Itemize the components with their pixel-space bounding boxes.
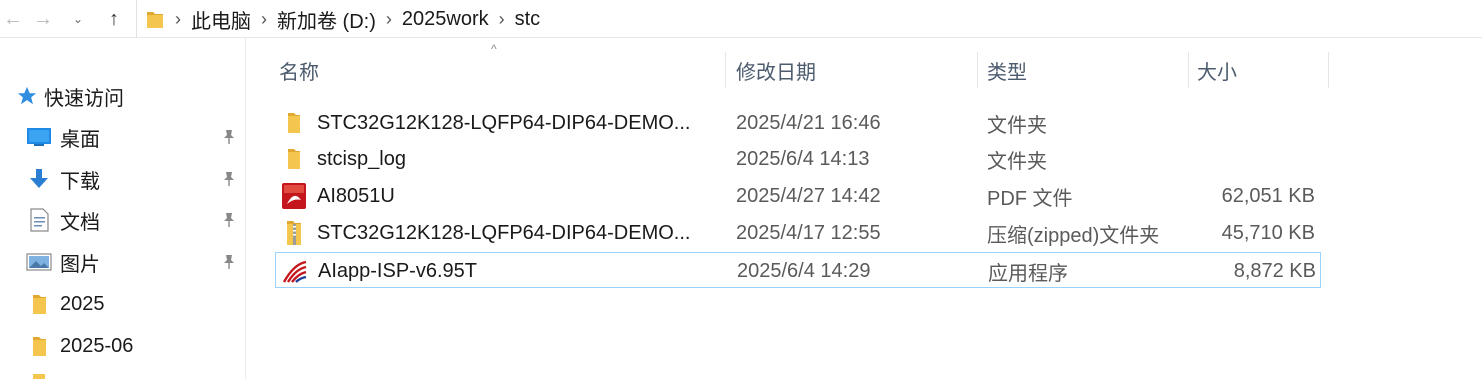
breadcrumb-drive-d[interactable]: 新加卷 (D:) — [277, 5, 376, 34]
column-header-date-modified[interactable]: 修改日期 — [728, 52, 978, 88]
file-row[interactable]: stcisp_log 2025/6/4 14:13 文件夹 — [275, 141, 1321, 177]
folder-icon — [33, 374, 45, 379]
folder-icon — [33, 337, 46, 356]
forward-button[interactable]: → — [30, 6, 56, 32]
pdf-icon — [281, 178, 307, 214]
file-type: 文件夹 — [987, 150, 1047, 173]
download-icon — [30, 169, 48, 188]
zip-folder-icon — [281, 215, 307, 251]
arrow-up-icon: ↑ — [109, 7, 119, 30]
file-type: 文件夹 — [987, 114, 1047, 137]
breadcrumb-separator[interactable]: › — [261, 9, 267, 30]
breadcrumb-this-pc[interactable]: 此电脑 — [191, 5, 251, 34]
sidebar-item-label: 桌面 — [60, 128, 100, 151]
sidebar-item-desktop[interactable]: 桌面 — [26, 122, 246, 152]
app-icon — [282, 253, 308, 289]
file-row[interactable]: AIapp-ISP-v6.95T 2025/6/4 14:29 应用程序 8,8… — [275, 252, 1321, 288]
address-bar[interactable]: › 此电脑 › 新加卷 (D:) › 2025work › stc — [136, 0, 1482, 38]
sidebar-item-label: 2025 — [60, 292, 105, 315]
file-date-modified: 2025/4/27 14:42 — [736, 184, 881, 207]
file-type: 应用程序 — [988, 262, 1068, 285]
file-row[interactable]: STC32G12K128-LQFP64-DIP64-DEMO... 2025/4… — [275, 105, 1321, 141]
sidebar-item-2025[interactable]: 2025 — [26, 289, 246, 319]
file-size: 62,051 KB — [1221, 184, 1315, 207]
pin-icon[interactable] — [220, 170, 238, 188]
pin-icon[interactable] — [220, 253, 238, 271]
breadcrumb-separator[interactable]: › — [386, 9, 392, 30]
folder-icon — [281, 105, 307, 141]
sidebar-item-quick-access[interactable]: 快速访问 — [16, 82, 124, 110]
file-list-view: ^ 名称 修改日期 类型 大小 STC32G12K128-LQFP64-DIP6… — [247, 38, 1482, 379]
chevron-down-icon: ⌄ — [72, 12, 84, 26]
sidebar-item-label: 2025-06 — [60, 334, 134, 357]
breadcrumb-stc[interactable]: stc — [515, 8, 541, 31]
file-date-modified: 2025/6/4 14:29 — [737, 259, 871, 282]
breadcrumb-separator[interactable]: › — [499, 9, 505, 30]
column-header-size[interactable]: 大小 — [1189, 52, 1329, 88]
file-size: 8,872 KB — [1233, 259, 1316, 282]
sidebar-item-label: 下载 — [60, 170, 100, 193]
back-button[interactable]: ← — [0, 6, 26, 32]
document-icon — [30, 208, 49, 232]
arrow-right-icon: → — [33, 7, 53, 30]
sidebar-item-label: 文档 — [60, 211, 100, 234]
folder-icon — [33, 295, 46, 314]
sidebar-item-downloads[interactable]: 下载 — [26, 164, 246, 194]
folder-icon — [281, 141, 307, 177]
sidebar-item-label: 快速访问 — [44, 87, 124, 110]
file-date-modified: 2025/4/17 12:55 — [736, 221, 881, 244]
file-size — [1175, 105, 1315, 141]
pin-icon[interactable] — [220, 211, 238, 229]
breadcrumb-separator: › — [175, 8, 181, 29]
breadcrumb-2025work[interactable]: 2025work — [402, 8, 489, 31]
sidebar-item-documents[interactable]: 文档 — [26, 205, 246, 235]
up-button[interactable]: ↑ — [100, 6, 128, 32]
sidebar-item-label: 图片 — [60, 253, 100, 276]
file-row[interactable]: AI8051U 2025/4/27 14:42 PDF 文件 62,051 KB — [275, 178, 1321, 214]
file-size — [1175, 141, 1315, 177]
file-size: 45,710 KB — [1221, 221, 1315, 244]
file-name: stcisp_log — [317, 147, 406, 170]
file-name: AI8051U — [317, 184, 395, 207]
file-name: STC32G12K128-LQFP64-DIP64-DEMO... — [317, 111, 691, 134]
file-row[interactable]: STC32G12K128-LQFP64-DIP64-DEMO... 2025/4… — [275, 215, 1321, 251]
column-header-name[interactable]: 名称 — [271, 52, 726, 88]
file-name: STC32G12K128-LQFP64-DIP64-DEMO... — [317, 221, 691, 244]
pictures-icon — [26, 253, 52, 271]
desktop-icon — [27, 128, 51, 146]
file-date-modified: 2025/6/4 14:13 — [736, 147, 870, 170]
recent-locations-button[interactable]: ⌄ — [68, 6, 88, 32]
address-toolbar: ← → ⌄ ↑ › 此电脑 › 新加卷 (D:) › 2025work › st… — [0, 0, 1482, 38]
file-type: 压缩(zipped)文件夹 — [987, 224, 1160, 247]
sidebar-item-pictures[interactable]: 图片 — [26, 247, 246, 277]
arrow-left-icon: ← — [3, 7, 23, 30]
sidebar-item-2025-06[interactable]: 2025-06 — [26, 331, 246, 361]
navigation-pane: 快速访问 桌面 下载 文档 图片 2025 2025-06 — [0, 38, 246, 379]
star-icon — [17, 86, 37, 105]
file-name: AIapp-ISP-v6.95T — [318, 259, 477, 282]
file-type: PDF 文件 — [987, 187, 1073, 210]
column-header-type[interactable]: 类型 — [979, 52, 1189, 88]
file-date-modified: 2025/4/21 16:46 — [736, 111, 881, 134]
pin-icon[interactable] — [220, 128, 238, 146]
folder-icon — [147, 12, 163, 28]
